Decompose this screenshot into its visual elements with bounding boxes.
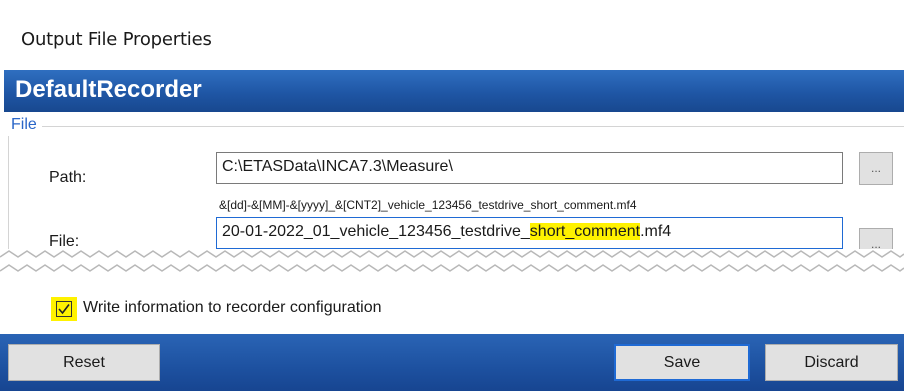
file-name-pattern: &[dd]-&[MM]-&[yyyy]_&[CNT2]_vehicle_1234… <box>219 198 637 212</box>
recorder-header: DefaultRecorder <box>4 70 904 112</box>
group-divider <box>42 126 904 127</box>
checkbox-box <box>56 301 72 317</box>
file-input[interactable]: 20-01-2022_01_vehicle_123456_testdrive_s… <box>216 217 843 249</box>
write-info-label: Write information to recorder configurat… <box>83 299 382 316</box>
window-title: Output File Properties <box>21 29 212 50</box>
save-button[interactable]: Save <box>614 344 750 381</box>
group-border-left <box>8 136 9 261</box>
discard-button[interactable]: Discard <box>765 344 898 381</box>
reset-button[interactable]: Reset <box>8 344 160 381</box>
path-input[interactable]: C:\ETASData\INCA7.3\Measure\ <box>216 152 843 184</box>
write-info-checkbox[interactable] <box>51 297 77 321</box>
file-group-legend: File <box>11 116 39 134</box>
checkmark-icon <box>58 304 70 315</box>
output-file-properties-dialog: Output File Properties DefaultRecorder F… <box>0 0 904 391</box>
cut-marker <box>0 249 904 277</box>
file-name-suffix: .mf4 <box>640 223 672 240</box>
path-label: Path: <box>49 169 87 186</box>
title-bar: Output File Properties <box>0 0 904 70</box>
file-name-highlight: short_comment <box>529 223 641 240</box>
file-name-prefix: 20-01-2022_01_vehicle_123456_testdrive_ <box>222 223 530 240</box>
browse-path-button[interactable]: ... <box>859 152 893 185</box>
recorder-name: DefaultRecorder <box>15 76 202 103</box>
